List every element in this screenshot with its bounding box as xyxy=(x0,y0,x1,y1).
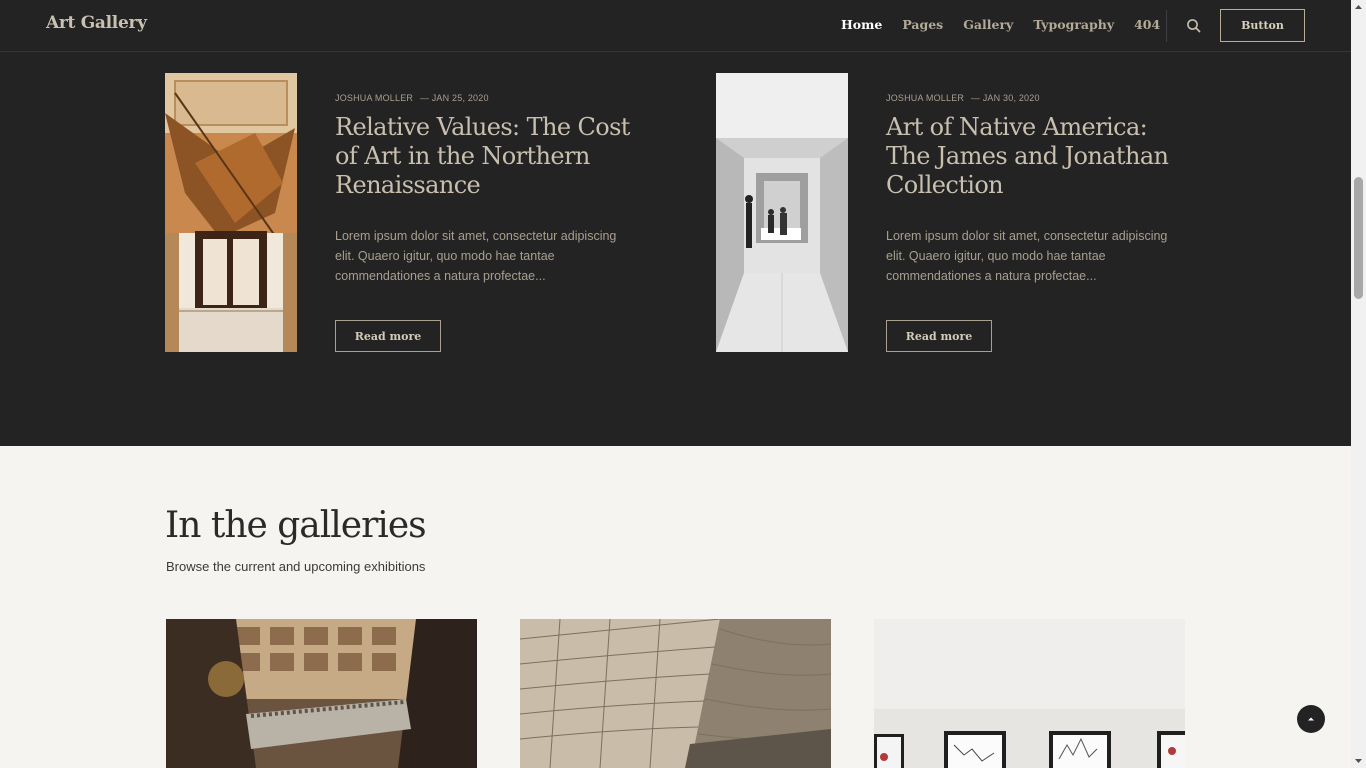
section-subtitle: Browse the current and upcoming exhibiti… xyxy=(166,559,426,574)
scroll-up-arrow-icon[interactable] xyxy=(1351,0,1366,15)
nav-item-typography[interactable]: Typography xyxy=(1033,17,1114,32)
nav-item-pages[interactable]: Pages xyxy=(902,17,943,32)
main-nav: Home Pages Gallery Typography 404 xyxy=(841,17,1160,32)
nav-item-gallery[interactable]: Gallery xyxy=(963,17,1013,32)
scroll-thumb[interactable] xyxy=(1354,177,1363,299)
gallery-card-frames[interactable] xyxy=(874,619,1185,768)
post-author[interactable]: JOSHUA MOLLER xyxy=(335,93,413,103)
header-button[interactable]: Button xyxy=(1220,9,1305,42)
post-title[interactable]: Art of Native America: The James and Jon… xyxy=(886,113,1196,200)
site-logo[interactable]: Art Gallery xyxy=(46,13,147,33)
site-header: Art Gallery Home Pages Gallery Typograph… xyxy=(0,0,1351,52)
post-image-renaissance[interactable] xyxy=(165,73,297,352)
gallery-card-facade[interactable] xyxy=(520,619,831,768)
nav-item-404[interactable]: 404 xyxy=(1134,17,1160,32)
post-excerpt: Lorem ipsum dolor sit amet, consectetur … xyxy=(886,229,1168,283)
page-scrollbar[interactable] xyxy=(1351,0,1366,768)
read-more-button[interactable]: Read more xyxy=(886,320,992,352)
post-meta: JOSHUA MOLLER — JAN 25, 2020 xyxy=(335,93,489,103)
read-more-button[interactable]: Read more xyxy=(335,320,441,352)
chevron-up-icon xyxy=(1308,717,1314,721)
post-excerpt: Lorem ipsum dolor sit amet, consectetur … xyxy=(335,229,617,283)
back-to-top-button[interactable] xyxy=(1297,705,1325,733)
post-image-native-america[interactable] xyxy=(716,73,848,352)
post-author[interactable]: JOSHUA MOLLER xyxy=(886,93,964,103)
search-icon[interactable] xyxy=(1185,17,1203,35)
post-date: — JAN 25, 2020 xyxy=(419,93,489,103)
post-title[interactable]: Relative Values: The Cost of Art in the … xyxy=(335,113,645,200)
gallery-card-bridge[interactable] xyxy=(166,619,477,768)
scroll-down-arrow-icon[interactable] xyxy=(1351,753,1366,768)
post-date: — JAN 30, 2020 xyxy=(970,93,1040,103)
nav-item-home[interactable]: Home xyxy=(841,17,882,32)
post-meta: JOSHUA MOLLER — JAN 30, 2020 xyxy=(886,93,1040,103)
section-title: In the galleries xyxy=(165,505,427,546)
nav-divider xyxy=(1166,10,1167,42)
